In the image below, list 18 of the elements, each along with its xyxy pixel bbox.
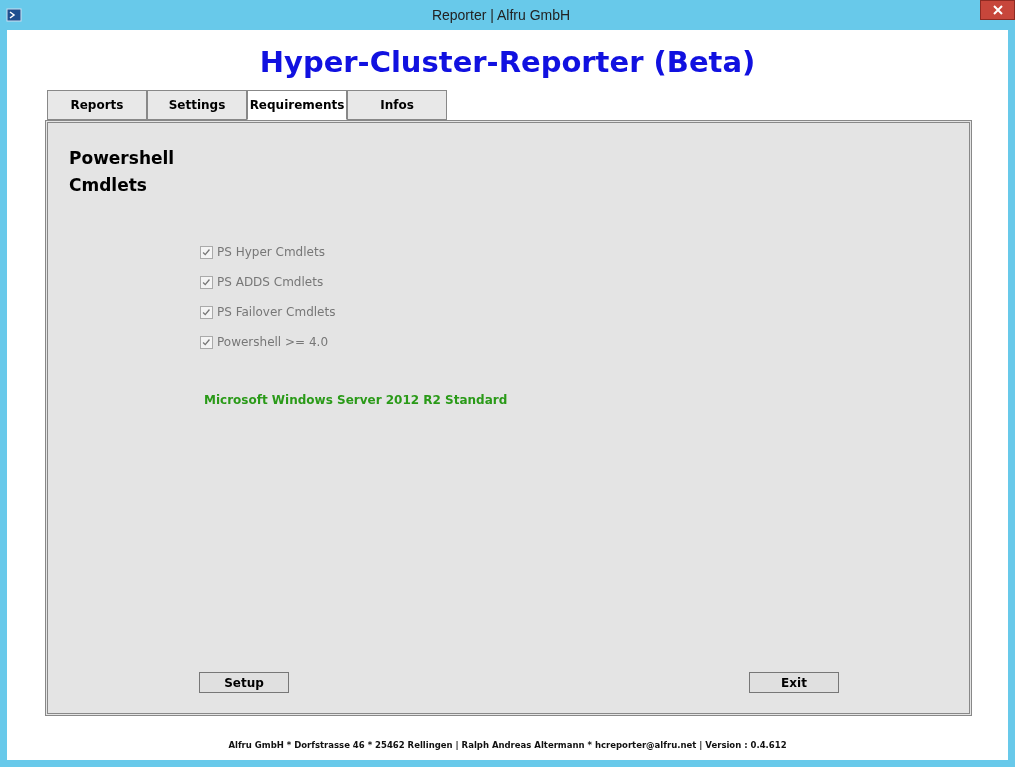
window-title: Reporter | Alfru GmbH: [430, 5, 572, 25]
close-icon: [992, 5, 1003, 15]
app-heading: Hyper-Cluster-Reporter (Beta): [258, 44, 757, 81]
checkbox-label: PS ADDS Cmdlets: [217, 274, 324, 291]
checkbox-label: Powershell >= 4.0: [217, 334, 328, 351]
checkbox-label: PS Hyper Cmdlets: [217, 244, 325, 261]
setup-button[interactable]: Setup: [199, 672, 289, 693]
tab[interactable]: Requirements: [247, 90, 347, 120]
footer-text: Alfru GmbH * Dorfstrasse 46 * 25462 Rellingen | Ralph Andreas Altermann * hcreporter@alfru.net | Version : 0.4.612: [227, 739, 788, 752]
tab[interactable]: Infos: [347, 90, 447, 120]
close-button[interactable]: [980, 0, 1015, 20]
tab[interactable]: Reports: [47, 90, 147, 120]
exit-button[interactable]: Exit: [749, 672, 839, 693]
os-info: Microsoft Windows Server 2012 R2 Standard: [204, 392, 509, 409]
section-title: Powershell Cmdlets: [69, 147, 176, 197]
app-icon: [6, 7, 22, 23]
checkbox-label: PS Failover Cmdlets: [217, 304, 336, 321]
tab[interactable]: Settings: [147, 90, 247, 120]
